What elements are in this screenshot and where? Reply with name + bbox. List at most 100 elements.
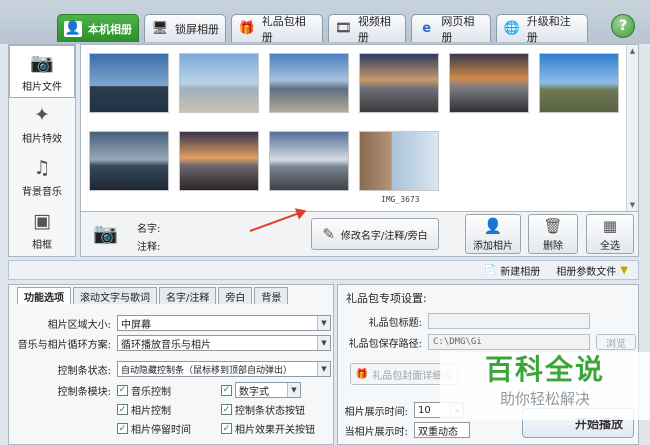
photo-control-checkbox[interactable]: ✓ 相片控制 bbox=[117, 402, 215, 417]
tab-lockscreen-album[interactable]: 🖥 锁屏相册 bbox=[144, 14, 226, 42]
options-panel: 功能选项 滚动文字与歌词 名字/注释 旁白 背景 相片区域大小: 中屏幕 ▼ 音乐… bbox=[8, 284, 334, 445]
tab-gift-album[interactable]: 🎁 礼品包相册 bbox=[231, 14, 323, 44]
app-window: 👤 本机相册 🖥 锁屏相册 🎁 礼品包相册 🎞 视频相册 e 网页相册 🌐 升级… bbox=[0, 0, 650, 445]
person-photo-icon: 👤 bbox=[64, 20, 82, 37]
nav-frame[interactable]: ▣ 相框 bbox=[9, 204, 75, 257]
tab-scroll-text[interactable]: 滚动文字与歌词 bbox=[73, 287, 157, 304]
chevron-down-icon: ▼ bbox=[620, 264, 628, 276]
browse-button[interactable]: 浏览 bbox=[596, 334, 636, 350]
control-bar-select[interactable]: 自动隐藏控制条（鼠标移到顶部自动弹出） ▼ bbox=[117, 361, 331, 377]
tab-video-album[interactable]: 🎞 视频相册 bbox=[328, 14, 406, 44]
photo-thumbnail[interactable] bbox=[89, 131, 169, 191]
save-path-label: 礼品包保存路径: bbox=[348, 338, 422, 350]
camera-icon: 📷 bbox=[93, 221, 118, 245]
check-icon: ✓ bbox=[221, 384, 232, 396]
photo-thumbnail[interactable] bbox=[179, 53, 259, 113]
name-label: 名字: bbox=[137, 224, 161, 235]
digital-style-select[interactable]: 数字式 ▼ bbox=[235, 382, 301, 398]
effect-toggle-checkbox[interactable]: ✓ 相片效果开关按钮 bbox=[221, 421, 315, 436]
gift-title-input[interactable] bbox=[428, 313, 590, 329]
gift-icon: 🎁 bbox=[355, 368, 369, 380]
display-mode-select[interactable]: 双重动态 bbox=[414, 422, 470, 438]
top-toolbar: 👤 本机相册 🖥 锁屏相册 🎁 礼品包相册 🎞 视频相册 e 网页相册 🌐 升级… bbox=[0, 0, 650, 44]
left-nav: 📷 相片文件 ✦ 相片特效 ♫ 背景音乐 ▣ 相框 bbox=[8, 44, 76, 257]
trash-icon: 🗑 bbox=[543, 216, 563, 235]
grid-icon: ▦ bbox=[602, 216, 618, 235]
tab-local-album[interactable]: 👤 本机相册 bbox=[57, 14, 139, 42]
chevron-down-icon: ▼ bbox=[317, 362, 330, 376]
chevron-down-icon: ▼ bbox=[287, 383, 300, 397]
tab-function-options[interactable]: 功能选项 bbox=[17, 287, 71, 304]
ie-icon: e bbox=[422, 21, 432, 36]
dwell-time-checkbox[interactable]: ✓ 相片停留时间 bbox=[117, 421, 215, 436]
scroll-up-icon[interactable]: ▲ bbox=[627, 45, 638, 57]
chevron-down-icon: ▼ bbox=[317, 316, 330, 330]
music-control-checkbox[interactable]: ✓ 音乐控制 bbox=[117, 383, 215, 398]
chevron-down-icon: ▼ bbox=[317, 336, 330, 350]
digital-checkbox[interactable]: ✓ 数字式 ▼ bbox=[221, 382, 301, 398]
photo-info-bar: 📷 名字: 注释: ✎ 修改名字/注释/旁白 👤 添加相片 🗑 删除 ▦ 全选 bbox=[80, 212, 639, 257]
add-photo-icon: 👤 bbox=[483, 216, 503, 235]
scroll-down-icon[interactable]: ▼ bbox=[627, 199, 638, 211]
gift-settings-title: 礼品包专项设置: bbox=[346, 292, 427, 305]
photo-thumbnail[interactable] bbox=[359, 131, 439, 191]
photo-thumbnail[interactable] bbox=[89, 53, 169, 113]
gallery-scrollbar[interactable]: ▲ ▼ bbox=[626, 45, 638, 211]
camera-icon: 📷 bbox=[30, 51, 54, 74]
film-icon: 🎞 bbox=[335, 21, 352, 36]
check-icon: ✓ bbox=[221, 423, 232, 434]
nav-photo-effects[interactable]: ✦ 相片特效 bbox=[9, 98, 75, 151]
help-button[interactable]: ? bbox=[611, 14, 635, 38]
display-mode-label: 当相片展示时: bbox=[344, 426, 408, 438]
music-icon: ♫ bbox=[33, 157, 51, 179]
status-button-checkbox[interactable]: ✓ 控制条状态按钮 bbox=[221, 402, 305, 417]
photo-thumbnail[interactable] bbox=[179, 131, 259, 191]
photo-thumbnail[interactable] bbox=[539, 53, 619, 113]
photo-thumbnail[interactable] bbox=[359, 53, 439, 113]
document-icon: 📄 bbox=[483, 264, 497, 276]
add-photo-button[interactable]: 👤 添加相片 bbox=[465, 214, 521, 254]
tab-upgrade-register[interactable]: 🌐 升级和注册 bbox=[496, 14, 588, 44]
monitor-icon: 🖥 bbox=[151, 21, 169, 36]
save-path-input[interactable]: C:\DMG\Gi bbox=[428, 334, 590, 350]
note-label: 注释: bbox=[137, 242, 161, 253]
check-icon: ✓ bbox=[117, 404, 128, 415]
globe-icon: 🌐 bbox=[503, 21, 520, 36]
effects-icon: ✦ bbox=[34, 104, 50, 126]
new-album-button[interactable]: 📄 新建相册 bbox=[484, 263, 540, 278]
edit-icon: ✎ bbox=[322, 225, 335, 243]
check-icon: ✓ bbox=[221, 404, 232, 415]
gift-icon: 🎁 bbox=[238, 21, 255, 36]
watermark: 百科全说 助你轻松解决 bbox=[440, 352, 650, 420]
album-params-menu[interactable]: 相册参数文件 ▼ bbox=[556, 263, 628, 278]
gift-title-label: 礼品包标题: bbox=[368, 317, 422, 329]
nav-photo-files[interactable]: 📷 相片文件 bbox=[9, 45, 75, 98]
tab-background[interactable]: 背景 bbox=[254, 287, 289, 304]
delete-button[interactable]: 🗑 删除 bbox=[528, 214, 578, 254]
select-all-button[interactable]: ▦ 全选 bbox=[586, 214, 634, 254]
check-icon: ✓ bbox=[117, 384, 128, 396]
display-time-label: 相片展示时间: bbox=[344, 406, 408, 418]
photo-gallery: IMG_3673 ▲ ▼ bbox=[80, 44, 639, 212]
nav-background-music[interactable]: ♫ 背景音乐 bbox=[9, 151, 75, 204]
tab-narration[interactable]: 旁白 bbox=[218, 287, 253, 304]
check-icon: ✓ bbox=[117, 423, 128, 434]
watermark-title: 百科全说 bbox=[484, 353, 605, 386]
music-loop-label: 音乐与相片循环方案: bbox=[17, 339, 111, 351]
watermark-subtitle: 助你轻松解决 bbox=[499, 390, 590, 408]
control-bar-label: 控制条状态: bbox=[57, 365, 111, 377]
photo-area-select[interactable]: 中屏幕 ▼ bbox=[117, 315, 331, 331]
options-tabs: 功能选项 滚动文字与歌词 名字/注释 旁白 背景 bbox=[17, 287, 289, 304]
tab-web-album[interactable]: e 网页相册 bbox=[411, 14, 491, 44]
control-module-label: 控制条模块: bbox=[57, 386, 111, 398]
photo-thumbnail[interactable] bbox=[269, 53, 349, 113]
edit-name-note-button[interactable]: ✎ 修改名字/注释/旁白 bbox=[311, 218, 439, 250]
frame-icon: ▣ bbox=[33, 210, 51, 232]
album-strip: 📄 新建相册 相册参数文件 ▼ bbox=[8, 260, 639, 280]
photo-area-label: 相片区域大小: bbox=[47, 319, 111, 331]
photo-thumbnail[interactable] bbox=[269, 131, 349, 191]
tab-name-note[interactable]: 名字/注释 bbox=[159, 287, 217, 304]
photo-thumbnail[interactable] bbox=[449, 53, 529, 113]
photo-caption: IMG_3673 bbox=[381, 195, 420, 204]
music-loop-select[interactable]: 循环播放音乐与相片 ▼ bbox=[117, 335, 331, 351]
